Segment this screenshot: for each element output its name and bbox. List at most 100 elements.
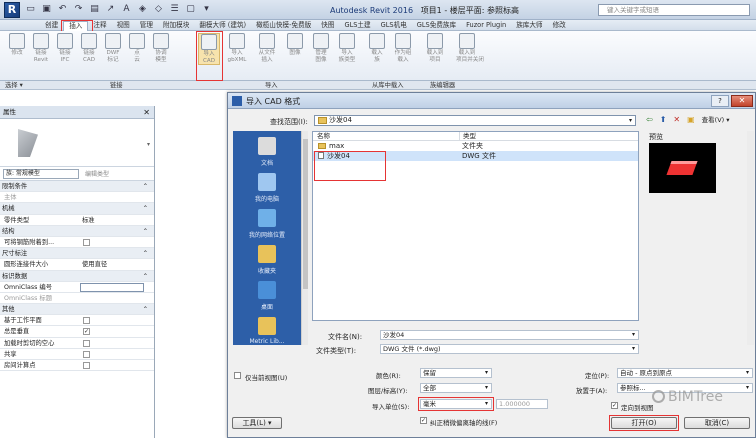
manage-images-button[interactable]: 管理 图像 <box>310 33 332 63</box>
chevron-down-icon[interactable]: ▾ <box>632 345 635 353</box>
import-family-types-button[interactable]: 导入 族类型 <box>336 33 358 63</box>
property-group-header[interactable]: 其他 ⌃ <box>0 304 154 316</box>
import-units-dropdown[interactable]: 毫米 ▾ <box>420 399 492 409</box>
property-checkbox[interactable] <box>83 339 90 347</box>
places-scrollbar[interactable] <box>301 131 308 345</box>
back-icon[interactable]: ⇦ <box>646 115 653 124</box>
tools-button[interactable]: 工具(L) ▾ <box>232 417 282 429</box>
tab-gls-mep[interactable]: GLS机电 <box>376 21 412 31</box>
dialog-close-button[interactable]: ✕ <box>731 95 753 107</box>
3d-view-icon[interactable]: ◈ <box>136 3 149 16</box>
import-gbxml-button[interactable]: 导入 gbXML <box>226 33 248 63</box>
load-family-button[interactable]: 载入族 <box>366 33 388 63</box>
property-checkbox[interactable]: ✓ <box>83 328 90 336</box>
orient-to-view-checkbox[interactable]: ✓ <box>611 402 618 409</box>
undo-icon[interactable]: ↶ <box>56 3 69 16</box>
collapse-icon[interactable]: ⌃ <box>143 304 148 315</box>
tab-addins[interactable]: 附加模块 <box>158 21 194 31</box>
load-into-project-button[interactable]: 载入到 项目 <box>424 33 446 63</box>
file-row-max[interactable]: max 文件夹 <box>313 141 638 151</box>
property-group-header[interactable]: 结构 ⌃ <box>0 225 154 237</box>
file-type-dropdown[interactable]: DWG 文件 (*.dwg) ▾ <box>380 344 639 354</box>
print-icon[interactable]: ▤ <box>88 3 101 16</box>
property-group-header[interactable]: 机械 ⌃ <box>0 203 154 215</box>
modify-button[interactable]: 修改 <box>6 33 28 57</box>
scroll-thumb[interactable] <box>303 139 308 289</box>
new-folder-icon[interactable]: ▣ <box>687 115 695 124</box>
property-checkbox[interactable] <box>83 317 90 325</box>
load-into-project-close-button[interactable]: 载入到 项目并关闭 <box>456 33 484 63</box>
chevron-down-icon[interactable]: ▾ <box>485 384 488 392</box>
collapse-icon[interactable]: ⌃ <box>143 248 148 259</box>
property-checkbox[interactable] <box>83 362 90 369</box>
file-name-input[interactable]: 沙发04 ▾ <box>380 330 639 340</box>
link-revit-button[interactable]: 链接 Revit <box>30 33 52 63</box>
save-icon[interactable]: ▣ <box>40 3 53 16</box>
section-icon[interactable]: ◇ <box>152 3 165 16</box>
load-as-group-button[interactable]: 作为组 载入 <box>392 33 414 63</box>
tab-family-master[interactable]: 族库大师 <box>511 21 547 31</box>
redo-icon[interactable]: ↷ <box>72 3 85 16</box>
property-checkbox[interactable] <box>83 238 90 246</box>
chevron-down-icon[interactable]: ▾ <box>632 331 635 339</box>
image-button[interactable]: 图像 <box>284 33 306 57</box>
import-cad-button[interactable]: 导入 CAD <box>198 33 220 65</box>
tab-fuzor[interactable]: Fuzor Plugin <box>461 21 511 31</box>
layers-dropdown[interactable]: 全部 ▾ <box>420 383 492 393</box>
correct-lines-checkbox[interactable]: ✓ <box>420 417 427 424</box>
look-in-dropdown[interactable]: 沙发04 ▾ <box>314 115 636 126</box>
place-favorites[interactable]: 收藏夹 <box>233 245 301 275</box>
close-icon[interactable]: ✕ <box>143 106 150 119</box>
thin-lines-icon[interactable]: ☰ <box>168 3 181 16</box>
tab-view[interactable]: 视图 <box>112 21 135 31</box>
delete-icon[interactable]: ✕ <box>673 115 680 124</box>
type-selector[interactable]: ▾ <box>0 119 154 167</box>
units-scale-input[interactable]: 1.000000 <box>496 399 548 409</box>
file-row-sofa04[interactable]: 沙发04 DWG 文件 <box>313 151 638 161</box>
family-dropdown[interactable]: 族: 常规模型 <box>3 168 79 179</box>
current-view-only-checkbox[interactable] <box>234 372 241 379</box>
place-my-computer[interactable]: 我的电脑 <box>233 173 301 203</box>
point-cloud-button[interactable]: 点云 <box>126 33 148 63</box>
close-hidden-icon[interactable]: ▢ <box>184 3 197 16</box>
place-metric-library[interactable]: Metric Lib... <box>233 317 301 345</box>
property-checkbox[interactable] <box>83 350 90 358</box>
place-desktop[interactable]: 桌面 <box>233 281 301 311</box>
chevron-down-icon[interactable]: ▾ <box>485 369 488 377</box>
chevron-down-icon[interactable]: ▾ <box>485 400 488 408</box>
column-type[interactable]: 类型 <box>459 132 476 141</box>
coordination-model-button[interactable]: 协调 模型 <box>150 33 172 63</box>
column-name[interactable]: 名称 <box>317 132 330 141</box>
tab-modify[interactable]: 修改 <box>548 21 571 31</box>
tab-ganlanshan[interactable]: 橄榄山快模-免费版 <box>251 21 316 31</box>
tab-gls-family[interactable]: GLS免费族库 <box>412 21 461 31</box>
open-button[interactable]: 打开(O) <box>611 417 677 429</box>
measure-icon[interactable]: ↗ <box>104 3 117 16</box>
positioning-dropdown[interactable]: 自动 - 原点到原点 ▾ <box>617 368 753 378</box>
views-menu[interactable]: 查看(V) ▾ <box>702 114 730 124</box>
chevron-down-icon[interactable]: ▾ <box>147 141 150 148</box>
link-cad-button[interactable]: 链接 CAD <box>78 33 100 63</box>
place-network[interactable]: 我的网络位置 <box>233 209 301 239</box>
collapse-icon[interactable]: ⌃ <box>143 271 148 282</box>
collapse-icon[interactable]: ⌃ <box>143 203 148 214</box>
property-group-header[interactable]: 尺寸标注 ⌃ <box>0 248 154 260</box>
open-icon[interactable]: ▭ <box>24 3 37 16</box>
text-icon[interactable]: A <box>120 3 133 16</box>
tab-kuaitu[interactable]: 快图 <box>316 21 339 31</box>
chevron-down-icon[interactable]: ▾ <box>746 369 749 377</box>
dialog-title-bar[interactable]: 导入 CAD 格式 ? ✕ <box>228 93 755 109</box>
dialog-right-scrollbar[interactable] <box>747 131 754 345</box>
tab-gls-civil[interactable]: GLS土建 <box>339 21 375 31</box>
switch-windows-icon[interactable]: ▾ <box>200 3 213 16</box>
dwf-markup-button[interactable]: DWF 标记 <box>102 33 124 63</box>
collapse-icon[interactable]: ⌃ <box>143 226 148 237</box>
up-folder-icon[interactable]: ⬆ <box>660 115 667 124</box>
tab-insert[interactable]: 插入 <box>63 21 89 31</box>
tab-manage[interactable]: 管理 <box>135 21 158 31</box>
colors-dropdown[interactable]: 保留 ▾ <box>420 368 492 378</box>
property-value[interactable]: 标准 <box>82 215 95 226</box>
insert-from-file-button[interactable]: 从文件 插入 <box>256 33 278 63</box>
help-button[interactable]: ? <box>711 95 729 107</box>
revit-logo[interactable]: R <box>4 2 20 18</box>
